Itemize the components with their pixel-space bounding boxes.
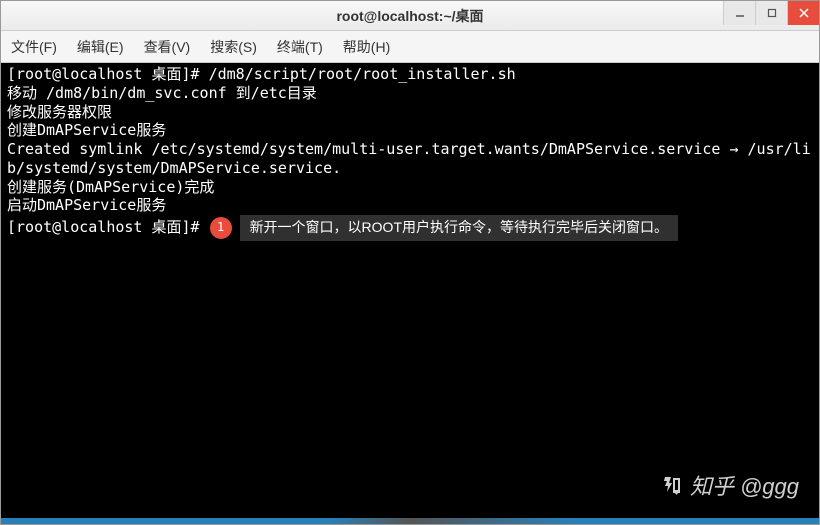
watermark-user: @ggg — [740, 473, 799, 501]
prompt-text: [root@localhost 桌面]# — [7, 65, 209, 83]
menu-view[interactable]: 查看(V) — [144, 37, 191, 57]
prompt-text: [root@localhost 桌面]# — [7, 218, 200, 237]
terminal-line: [root@localhost 桌面]# /dm8/script/root/ro… — [7, 65, 813, 84]
window-controls — [723, 1, 819, 30]
terminal-line: Created symlink /etc/systemd/system/mult… — [7, 140, 813, 178]
minimize-button[interactable] — [723, 1, 755, 25]
window-title: root@localhost:~/桌面 — [336, 6, 483, 26]
menu-terminal[interactable]: 终端(T) — [277, 37, 323, 57]
terminal-line: 移动 /dm8/bin/dm_svc.conf 到/etc目录 — [7, 84, 813, 103]
terminal-output[interactable]: [root@localhost 桌面]# /dm8/script/root/ro… — [1, 63, 819, 518]
maximize-icon — [767, 8, 777, 18]
taskbar-edge — [1, 518, 819, 524]
terminal-line: 启动DmAPService服务 — [7, 196, 813, 215]
menubar: 文件(F) 编辑(E) 查看(V) 搜索(S) 终端(T) 帮助(H) — [1, 31, 819, 63]
annotation-text: 新开一个窗口，以ROOT用户执行命令，等待执行完毕后关闭窗口。 — [240, 215, 678, 241]
titlebar: root@localhost:~/桌面 — [1, 1, 819, 31]
terminal-line: 创建服务(DmAPService)完成 — [7, 178, 813, 197]
close-icon — [799, 8, 809, 18]
menu-file[interactable]: 文件(F) — [11, 37, 57, 57]
menu-search[interactable]: 搜索(S) — [210, 37, 257, 57]
watermark: 知乎 @ggg — [660, 473, 799, 501]
menu-edit[interactable]: 编辑(E) — [77, 37, 124, 57]
command-text: /dm8/script/root/root_installer.sh — [209, 65, 516, 83]
terminal-line: 创建DmAPService服务 — [7, 121, 813, 140]
terminal-window: root@localhost:~/桌面 文件(F) 编辑(E) 查看(V) 搜索… — [0, 0, 820, 525]
watermark-brand: 知乎 — [690, 473, 734, 501]
annotation-badge: 1 — [210, 217, 232, 239]
terminal-line: [root@localhost 桌面]# 1 新开一个窗口，以ROOT用户执行命… — [7, 215, 813, 241]
maximize-button[interactable] — [755, 1, 787, 25]
terminal-line: 修改服务器权限 — [7, 103, 813, 122]
zhihu-icon — [660, 474, 684, 498]
menu-help[interactable]: 帮助(H) — [343, 37, 390, 57]
close-button[interactable] — [787, 1, 819, 25]
minimize-icon — [735, 8, 745, 18]
